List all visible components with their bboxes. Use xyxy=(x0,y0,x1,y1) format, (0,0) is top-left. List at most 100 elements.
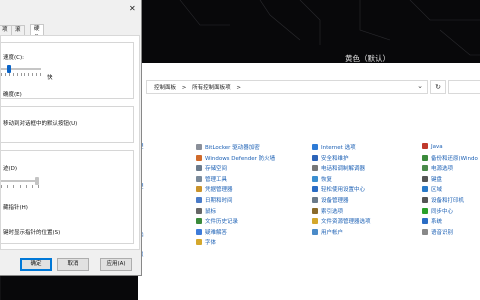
snap-to-group: 移动到对话框中的默认按钮(U) xyxy=(1,106,134,143)
control-panel-item-icon xyxy=(422,197,428,203)
control-panel-item[interactable]: 键盘 xyxy=(422,175,442,184)
control-panel-item-icon xyxy=(196,197,202,203)
control-panel-item-label: 疑难解答 xyxy=(205,229,228,236)
control-panel-item-label: Windows Defender 防火墙 xyxy=(205,155,276,162)
control-panel-item-icon xyxy=(422,207,428,214)
slider-tick xyxy=(1,185,2,188)
control-panel-item-icon xyxy=(422,186,428,193)
control-panel-item-label: 设备管理器 xyxy=(321,198,349,204)
control-panel-item[interactable]: 字体 xyxy=(196,238,216,247)
close-icon[interactable]: ✕ xyxy=(129,4,136,13)
pointer-trails-label[interactable]: 迹(D) xyxy=(3,164,17,172)
breadcrumb-all-items[interactable]: 所有控制面板项 xyxy=(192,85,231,91)
control-panel-item-label: 轻松使用设置中心 xyxy=(321,187,366,194)
ok-button[interactable]: 确定 xyxy=(20,258,52,271)
apply-button[interactable]: 应用(A) xyxy=(100,258,132,271)
mouse-properties-dialog: ✕ 项 滚轮 硬件 速度(C): 快 确度(E) 移动到对话框中的默认按钮(U)… xyxy=(0,0,142,276)
breadcrumb-separator: > xyxy=(181,85,187,91)
control-panel-item-label: Internet 选项 xyxy=(321,145,356,151)
control-panel-item-icon xyxy=(312,218,318,225)
control-panel-item[interactable]: Windows Defender 防火墙 xyxy=(196,154,275,163)
control-panel-item-icon xyxy=(312,175,318,182)
control-panel-item-label: 文件资源管理器选项 xyxy=(321,219,371,226)
control-panel-item-icon xyxy=(196,207,202,214)
show-location-label[interactable]: 键时显示指针的位置(S) xyxy=(3,228,60,236)
cancel-button[interactable]: 取消 xyxy=(57,258,89,271)
control-panel-item[interactable]: 日期和时间 xyxy=(196,196,233,205)
control-panel-item[interactable]: 凭据管理器 xyxy=(196,185,233,194)
control-panel-item-label: 管理工具 xyxy=(205,176,228,183)
control-panel-item-label: 日期和时间 xyxy=(205,198,233,204)
control-panel-item-label: 同步中心 xyxy=(431,208,454,215)
control-panel-item-label: 鼠标 xyxy=(205,208,217,215)
breadcrumb-separator: > xyxy=(236,85,241,91)
breadcrumb[interactable]: 控制面板 > 所有控制面板项 > xyxy=(154,83,245,91)
control-panel-item-label: BitLocker 驱动器加密 xyxy=(205,145,260,151)
control-panel-item-icon xyxy=(422,218,428,225)
control-panel-item[interactable]: 轻松使用设置中心 xyxy=(312,185,365,194)
slider-tick xyxy=(25,185,27,188)
hide-pointer-label[interactable]: 藏指针(H) xyxy=(3,203,28,211)
visibility-group: 迹(D) 藏指针(H) 键时显示指针的位置(S) xyxy=(1,150,134,244)
control-panel-item-label: 电话和调制解调器 xyxy=(321,166,366,173)
control-panel-item-label: 凭据管理器 xyxy=(205,187,233,194)
control-panel-item[interactable]: 备份和还原(Windo xyxy=(422,154,478,163)
control-panel-item-icon xyxy=(196,218,202,225)
slider-tick xyxy=(1,73,2,76)
control-panel-item-icon xyxy=(422,175,428,182)
control-panel-item-label: 语音识别 xyxy=(431,229,454,236)
control-panel-item-label: 存储空间 xyxy=(205,166,228,173)
control-panel-item[interactable]: 设备管理器 xyxy=(312,196,349,205)
address-bar[interactable]: 控制面板 > 所有控制面板项 > ⌄ xyxy=(146,80,428,94)
control-panel-item-label: 备份和还原(Windo xyxy=(431,155,478,162)
trail-slider-thumb[interactable] xyxy=(35,177,40,185)
breadcrumb-control-panel[interactable]: 控制面板 xyxy=(154,85,176,91)
control-panel-item[interactable]: 设备和打印机 xyxy=(422,196,464,205)
control-panel-item-icon xyxy=(196,144,202,150)
control-panel-item[interactable]: 系统 xyxy=(422,217,442,226)
snap-to-checkbox-label[interactable]: 移动到对话框中的默认按钮(U) xyxy=(3,119,77,127)
slider-tick xyxy=(28,73,30,76)
control-panel-item[interactable]: 文件资源管理器选项 xyxy=(312,217,371,226)
slider-tick xyxy=(20,73,22,76)
control-panel-titlebar xyxy=(138,63,480,77)
control-panel-item[interactable]: 疑难解答 xyxy=(196,228,227,237)
control-panel-item[interactable]: 用户帐户 xyxy=(312,228,343,237)
trail-slider-track[interactable] xyxy=(1,180,39,182)
refresh-button[interactable]: ↻ xyxy=(430,80,446,94)
search-input[interactable] xyxy=(448,80,480,94)
control-panel-item[interactable]: 区域 xyxy=(422,185,442,194)
slider-tick xyxy=(12,73,14,76)
control-panel-item[interactable]: 管理工具 xyxy=(196,175,227,184)
control-panel-item[interactable]: 电话和调制解调器 xyxy=(312,164,365,173)
tab-panel: 速度(C): 快 确度(E) 移动到对话框中的默认按钮(U) 迹(D) 藏指针(… xyxy=(0,35,140,250)
control-panel-item[interactable]: 电源选项 xyxy=(422,164,453,173)
speed-slider-thumb[interactable] xyxy=(7,65,11,73)
chevron-down-icon[interactable]: ⌄ xyxy=(417,82,423,90)
control-panel-item[interactable]: 鼠标 xyxy=(196,207,216,216)
control-panel-item[interactable]: 安全和维护 xyxy=(312,154,349,163)
tab-hardware[interactable]: 硬件 xyxy=(30,24,44,41)
control-panel-item[interactable]: Internet 选项 xyxy=(312,143,356,152)
slider-tick xyxy=(32,73,34,76)
control-panel-item[interactable]: 存储空间 xyxy=(196,164,227,173)
control-panel-item-icon xyxy=(196,165,202,172)
control-panel-item-icon xyxy=(422,228,428,235)
control-panel-item[interactable]: 文件历史记录 xyxy=(196,217,238,226)
control-panel-item-label: 用户帐户 xyxy=(321,229,344,236)
control-panel-item[interactable]: 语音识别 xyxy=(422,228,453,237)
motion-group: 速度(C): 快 确度(E) xyxy=(1,42,134,99)
control-panel-item-icon xyxy=(312,165,318,172)
control-panel-item-label: 文件历史记录 xyxy=(205,219,239,226)
tab-pointer-options[interactable]: 项 xyxy=(0,25,12,35)
control-panel-item-label: 系统 xyxy=(431,219,443,226)
control-panel-item[interactable]: 索引选项 xyxy=(312,207,343,216)
control-panel-item[interactable]: Java xyxy=(422,143,443,152)
speed-label: 速度(C): xyxy=(3,55,24,61)
slider-tick xyxy=(4,73,6,76)
control-panel-item[interactable]: BitLocker 驱动器加密 xyxy=(196,143,260,152)
precision-checkbox-label[interactable]: 确度(E) xyxy=(3,90,22,98)
control-panel-item[interactable]: 恢复 xyxy=(312,175,332,184)
tab-wheel[interactable]: 滚轮 xyxy=(11,25,25,42)
control-panel-item[interactable]: 同步中心 xyxy=(422,207,453,216)
